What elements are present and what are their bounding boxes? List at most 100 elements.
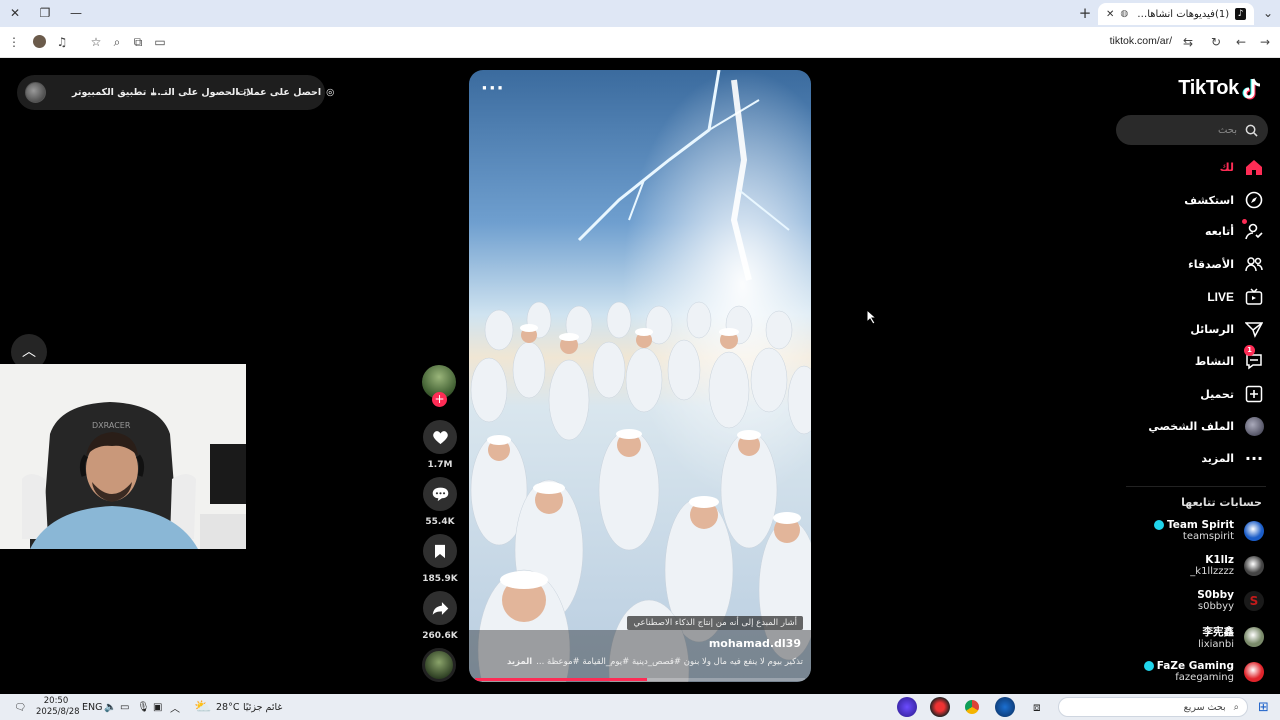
volume-icon[interactable]: 🔈 [104, 694, 116, 720]
following-account[interactable]: Team Spirit teamspirit [1153, 519, 1264, 542]
video-frame-image [469, 70, 811, 682]
taskbar-search[interactable]: ⌕ بحث سريع [1058, 697, 1248, 717]
like-button[interactable] [423, 420, 457, 454]
microphone-icon[interactable]: 🎙 [137, 694, 150, 720]
device-icon[interactable]: ▣ [153, 694, 162, 720]
nav-profile[interactable]: الملف الشخصي [1148, 414, 1264, 438]
friends-icon [1244, 254, 1264, 274]
language-indicator[interactable]: ENG [82, 694, 102, 720]
cast-icon[interactable]: ▭ [151, 33, 169, 51]
profile-avatar [1244, 416, 1264, 436]
reload-icon[interactable]: ↻ [1207, 33, 1225, 51]
app-icon-chrome[interactable] [962, 697, 982, 717]
address-bar-url[interactable]: tiktok.com/ar/ [1110, 35, 1172, 47]
network-icon[interactable]: ▭ [120, 694, 129, 720]
media-control-icon[interactable]: ♫ [53, 33, 71, 51]
tiktok-icon: ♪ [1235, 8, 1246, 20]
app-icon-steam[interactable] [995, 697, 1015, 717]
video-progress-fill [475, 678, 647, 681]
nav-explore[interactable]: استكشف [1184, 188, 1264, 212]
bookmark-star-icon[interactable]: ☆ [87, 33, 105, 51]
coin-icon: ◎ [326, 87, 335, 98]
nav-live[interactable]: LIVE [1207, 285, 1264, 309]
comment-count: 55.4K [425, 517, 455, 527]
see-more-link[interactable]: المزيد [507, 657, 532, 667]
search-box[interactable]: بحث [1116, 115, 1268, 145]
account-avatar: S [1244, 590, 1264, 611]
get-coins-button[interactable]: ◎ احصل على عملات [237, 75, 334, 110]
video-author[interactable]: mohamad.dl39 [709, 637, 801, 650]
comment-icon [432, 487, 448, 502]
close-window-icon[interactable]: ✕ [5, 4, 25, 22]
share-button[interactable] [423, 591, 457, 625]
new-tab-icon[interactable]: + [1075, 4, 1095, 22]
forward-arrow-icon[interactable]: → [1256, 33, 1274, 51]
video-player[interactable]: ··· أشار المبدع إلى أنه من إنتاج الذكاء … [469, 70, 811, 682]
share-action: 260.6K [422, 591, 458, 641]
compass-icon [1244, 190, 1264, 210]
upload-icon [1244, 384, 1264, 404]
desktop-app-button[interactable]: ⤓ تطبيق الكمبيوتر [72, 75, 156, 110]
save-action: 185.9K [422, 534, 458, 584]
save-button[interactable] [423, 534, 457, 568]
following-account[interactable]: K1llz k1llzzzz_ [1190, 554, 1264, 577]
site-settings-icon[interactable]: ⇆ [1179, 33, 1197, 51]
logo-text: TikTok [1178, 77, 1239, 99]
account-avatar [1244, 555, 1264, 576]
tray-chevron-icon[interactable]: ︿ [170, 694, 180, 720]
app-icon-discord[interactable] [897, 697, 917, 717]
verified-badge-icon [1143, 661, 1154, 671]
profile-avatar-icon[interactable] [30, 33, 48, 51]
following-account[interactable]: 李宪鑫 lixianbi [1198, 624, 1264, 650]
tab-close-icon[interactable]: ✕ [1106, 9, 1114, 20]
share-count: 260.6K [422, 631, 458, 641]
video-more-options-icon[interactable]: ··· [481, 78, 505, 99]
sidebar-divider [1126, 486, 1266, 487]
video-description: تذكير بيوم لا ينفع فيه مال ولا بنون #قصص… [483, 657, 803, 667]
weather-temp[interactable]: 28°C [216, 694, 239, 720]
nav-following[interactable]: أتابعه [1205, 219, 1264, 243]
send-icon [1244, 319, 1264, 339]
minimize-window-icon[interactable]: — [66, 4, 86, 22]
app-icon-recorder[interactable] [930, 697, 950, 717]
share-arrow-icon [432, 601, 448, 615]
browser-menu-icon[interactable]: ⋮ [5, 33, 23, 51]
task-view-icon[interactable]: ⧈ [1033, 694, 1041, 720]
mute-icon[interactable]: ◍ [1120, 9, 1128, 19]
nav-for-you[interactable]: لك [1220, 155, 1264, 179]
notification-icon[interactable]: 🗨 [14, 694, 26, 720]
windows-start-icon[interactable]: ⊞ [1258, 694, 1269, 720]
system-clock[interactable]: 20:50 2025/8/28 [36, 696, 80, 718]
tiktok-logo[interactable]: TikTok [1178, 77, 1262, 100]
nav-more[interactable]: ··· المزيد [1201, 446, 1264, 470]
restore-window-icon[interactable]: ❐ [35, 4, 55, 22]
tab-title: (1)فيديوهات أنشأها حمادة حـ [1134, 8, 1230, 20]
browser-tab[interactable]: ♪ (1)فيديوهات أنشأها حمادة حـ ◍ ✕ [1098, 3, 1254, 25]
nav-messages[interactable]: الرسائل [1190, 317, 1264, 341]
mouse-cursor-icon [866, 309, 878, 325]
following-icon [1242, 219, 1264, 241]
zoom-icon[interactable]: ⌕ [108, 33, 126, 51]
following-accounts-title: حسابات تتابعها [1181, 496, 1262, 509]
get-app-button[interactable]: ▯ الحصول على التـ... [150, 75, 249, 110]
user-avatar[interactable] [25, 82, 46, 103]
weather-description[interactable]: غائم جزئيًا [243, 694, 282, 720]
search-placeholder: بحث [1217, 124, 1237, 136]
comment-button[interactable] [423, 477, 457, 511]
nav-upload[interactable]: تحميل [1200, 382, 1264, 406]
music-disc-avatar[interactable] [422, 648, 456, 682]
following-account[interactable]: FaZe Gaming fazegaming [1143, 660, 1264, 683]
nav-activity[interactable]: 1 النشاط [1195, 345, 1264, 373]
heart-icon [432, 431, 448, 445]
back-arrow-icon[interactable]: ← [1232, 33, 1250, 51]
translate-icon[interactable]: ⧉ [129, 33, 147, 51]
windows-taskbar: 🗨 20:50 2025/8/28 ENG 🔈 ▭ 🎙 ▣ ︿ ⛅ 28°C غ… [0, 694, 1280, 720]
nav-friends[interactable]: الأصدقاء [1188, 252, 1264, 276]
activity-icon: 1 [1244, 345, 1264, 371]
follow-plus-button[interactable]: + [432, 392, 447, 407]
webcam-overlay: DXRACER [0, 364, 246, 549]
video-description-text: تذكير بيوم لا ينفع فيه مال ولا بنون #قصص… [536, 657, 803, 667]
video-progress-bar[interactable] [475, 678, 805, 681]
following-account[interactable]: S S0bby s0bbyy [1197, 589, 1264, 612]
tab-list-chevron-icon[interactable]: ⌄ [1258, 4, 1278, 22]
